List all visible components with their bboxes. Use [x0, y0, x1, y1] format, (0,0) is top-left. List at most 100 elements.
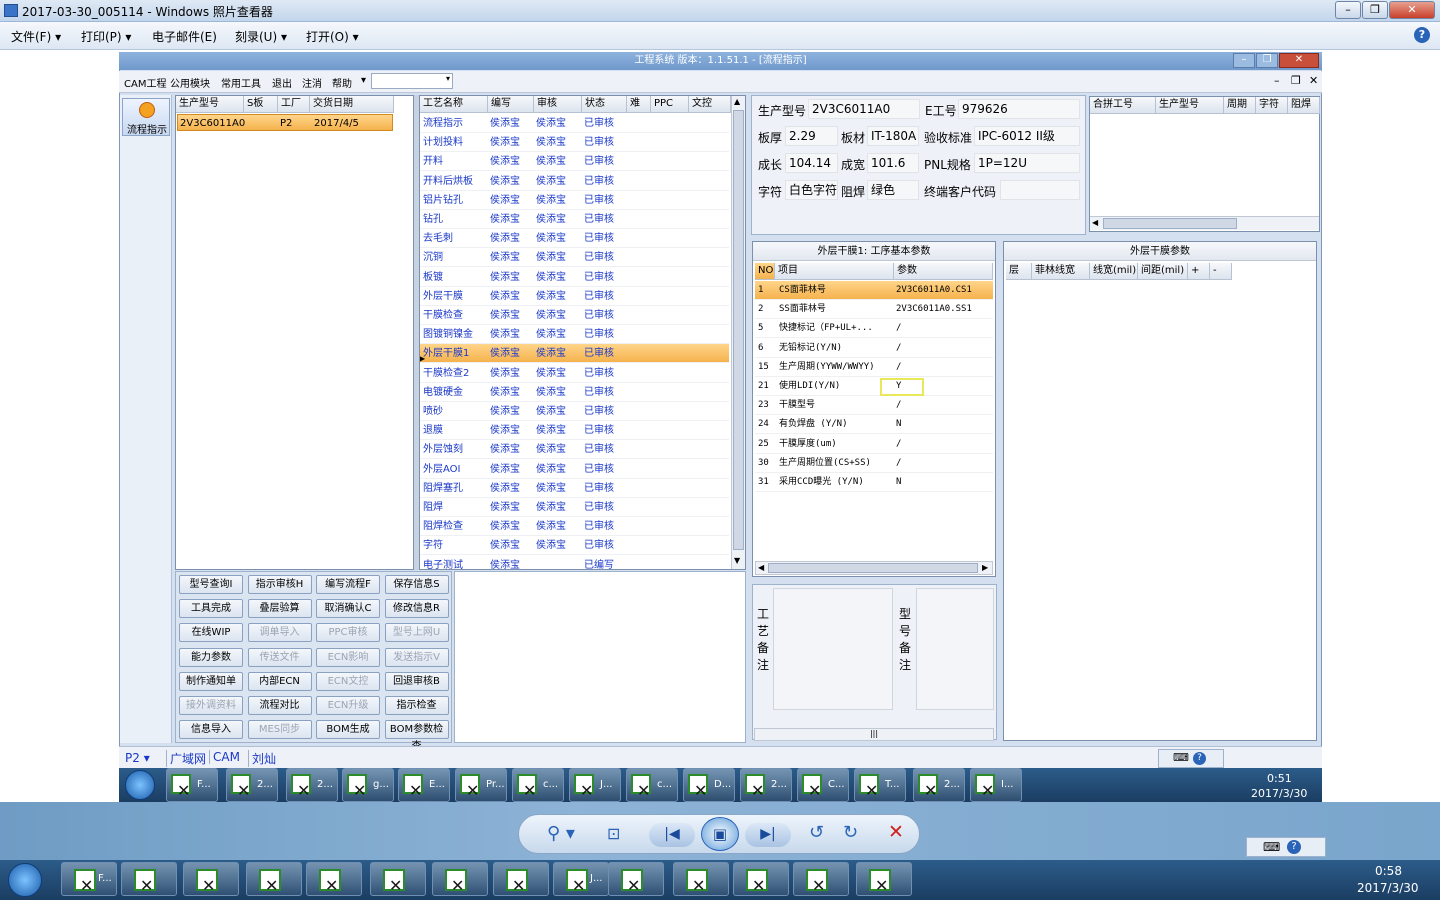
e-no-field[interactable]: 979626 [958, 99, 1080, 119]
merge-scroll-thumb[interactable] [1103, 218, 1237, 229]
film-header-cell[interactable]: + [1188, 263, 1210, 280]
proc-header-ppc[interactable]: PPC [651, 96, 689, 113]
inner-task-button[interactable]: D... [683, 768, 735, 807]
action-button[interactable]: 叠层验算 [247, 599, 312, 619]
params-hscroll[interactable]: ◀ ▶ [755, 561, 993, 575]
menu-email[interactable]: 电子邮件(E) [152, 28, 217, 45]
langbar-help-icon[interactable]: ? [1287, 840, 1301, 854]
outer-task-button[interactable] [733, 862, 789, 902]
model-grid-header-s[interactable]: S板 [244, 96, 278, 113]
previous-icon[interactable]: |◀ [649, 823, 695, 847]
thickness-field[interactable]: 2.29 [785, 126, 838, 146]
process-row[interactable]: 开料 侯添宝 侯添宝 已审核 [420, 152, 729, 172]
outer-task-button[interactable] [370, 862, 426, 902]
outer-task-button[interactable] [856, 862, 912, 902]
process-row[interactable]: 开料后烘板 侯添宝 侯添宝 已审核 [420, 172, 729, 191]
process-row[interactable]: 外层蚀刻 侯添宝 侯添宝 已审核 [420, 440, 729, 460]
process-row[interactable]: 外层AOI 侯添宝 侯添宝 已审核 [420, 460, 729, 479]
process-row[interactable]: 钻孔 侯添宝 侯添宝 已审核 [420, 210, 729, 229]
outer-task-button[interactable] [493, 862, 549, 902]
params-scroll-thumb[interactable] [768, 563, 978, 573]
inner-start-icon[interactable] [125, 770, 155, 800]
slideshow-button[interactable]: ▣ [701, 817, 739, 851]
process-row[interactable]: 铝片钻孔 侯添宝 侯添宝 已审核 [420, 191, 729, 210]
outer-task-button[interactable] [608, 862, 664, 902]
action-button[interactable]: 编写流程F [316, 575, 380, 594]
material-field[interactable]: IT-180A [867, 126, 919, 146]
inner-task-button[interactable]: Pr... [455, 768, 507, 807]
action-button[interactable]: 在线WIP [179, 623, 243, 643]
param-row[interactable]: 6 无铅标记(Y/N) / [755, 339, 993, 358]
model-notes-field[interactable] [916, 588, 994, 710]
process-row[interactable]: 字符 侯添宝 侯添宝 已审核 [420, 536, 729, 556]
params-header-no[interactable]: NO [755, 263, 775, 280]
customer-field[interactable] [1000, 180, 1080, 200]
help-icon[interactable]: ? [1414, 27, 1430, 43]
params-header-item[interactable]: 项目 [775, 263, 894, 280]
outer-task-button[interactable] [183, 862, 239, 902]
zoom-icon[interactable]: ⚲ ▾ [547, 823, 575, 844]
next-icon[interactable]: ▶| [745, 823, 791, 847]
menu-print[interactable]: 打印(P) ▾ [81, 28, 131, 45]
proc-header-doc[interactable]: 文控 [689, 96, 731, 113]
scroll-thumb[interactable] [733, 110, 744, 550]
close-button[interactable]: ✕ [1389, 1, 1435, 19]
param-row[interactable]: 5 快捷标记（FP+UL+... / [755, 319, 993, 339]
inner-task-button[interactable]: F... [166, 768, 218, 807]
film-header-cell[interactable]: 菲林线宽 [1032, 263, 1090, 280]
appmenu-common[interactable]: 公用模块 [170, 75, 210, 90]
process-row[interactable]: 电子测试 侯添宝 已编写 [420, 556, 729, 569]
param-row[interactable]: 25 干膜厚度(um) / [755, 435, 993, 454]
action-button[interactable]: 信息导入 [179, 720, 243, 740]
inner-langbar-help-icon[interactable]: ? [1193, 752, 1206, 765]
action-button[interactable]: 传送文件 [247, 647, 312, 667]
process-row[interactable]: 阻焊塞孔 侯添宝 侯添宝 已审核 [420, 479, 729, 498]
model-grid-header-factory[interactable]: 工厂 [278, 96, 310, 113]
app-minimize-button[interactable]: – [1233, 53, 1255, 68]
film-header-cell[interactable]: 线宽(mil) [1090, 263, 1138, 280]
process-row[interactable]: 阻焊 侯添宝 侯添宝 已审核 [420, 498, 729, 517]
action-button[interactable]: 接外调资料 [179, 696, 243, 715]
process-row[interactable]: 退膜 侯添宝 侯添宝 已审核 [420, 421, 729, 441]
action-button[interactable]: ECN影响 [316, 647, 380, 667]
process-row[interactable]: 沉铜 侯添宝 侯添宝 已审核 [420, 248, 729, 268]
param-row[interactable]: 23 干膜型号 / [755, 396, 993, 416]
params-scroll-right-icon[interactable]: ▶ [982, 563, 988, 572]
merge-scroll-left-icon[interactable]: ◀ [1092, 218, 1098, 227]
proc-header-author[interactable]: 编写 [488, 96, 534, 113]
action-button[interactable]: 取消确认C [316, 599, 380, 619]
inner-task-button[interactable]: I... [970, 768, 1022, 807]
outer-task-button[interactable] [432, 862, 488, 902]
action-button[interactable]: PPC审核 [316, 623, 380, 643]
appmenu-combo[interactable]: ▾ [371, 73, 453, 89]
model-grid-header-model[interactable]: 生产型号 [176, 96, 244, 113]
outer-start-icon[interactable] [8, 863, 42, 897]
rotate-left-icon[interactable]: ↺ [809, 822, 824, 843]
action-button[interactable]: 修改信息R [384, 599, 449, 619]
action-button[interactable]: ECN文控 [316, 671, 380, 691]
param-row[interactable]: 24 有负焊盘 (Y/N) N [755, 415, 993, 435]
outer-task-button[interactable] [306, 862, 362, 902]
standard-field[interactable]: IPC-6012 II级 [974, 126, 1080, 146]
merge-grid-header-cell[interactable]: 阻焊 [1288, 97, 1320, 114]
film-header-cell[interactable]: 间距(mil) [1138, 263, 1188, 280]
outer-task-button[interactable]: F... [61, 862, 117, 902]
merge-grid-header-cell[interactable]: 周期 [1224, 97, 1256, 114]
inner-task-button[interactable]: C... [797, 768, 849, 807]
appmenu-cam[interactable]: CAM工程 [124, 75, 166, 90]
merge-hscroll[interactable]: ◀ [1090, 216, 1319, 230]
length-field[interactable]: 104.14 [785, 153, 838, 173]
app-maximize-button[interactable]: ❐ [1256, 53, 1278, 68]
inner-task-button[interactable]: E... [398, 768, 450, 807]
appmenu-more-icon[interactable]: ▾ [361, 75, 366, 86]
action-button[interactable]: ECN升级 [316, 696, 380, 715]
process-notes-field[interactable] [773, 588, 893, 710]
notes-hscroll[interactable]: ||| [754, 728, 994, 741]
inner-task-button[interactable]: c... [512, 768, 564, 807]
action-button[interactable]: 型号查询I [179, 575, 243, 594]
action-button[interactable]: 型号上网U [384, 623, 449, 643]
action-button[interactable]: 调单导入 [247, 623, 312, 643]
inner-task-button[interactable]: c... [626, 768, 678, 807]
appmenu-help[interactable]: 帮助 [332, 75, 352, 90]
keyboard-icon[interactable]: ⌨ [1263, 840, 1280, 854]
